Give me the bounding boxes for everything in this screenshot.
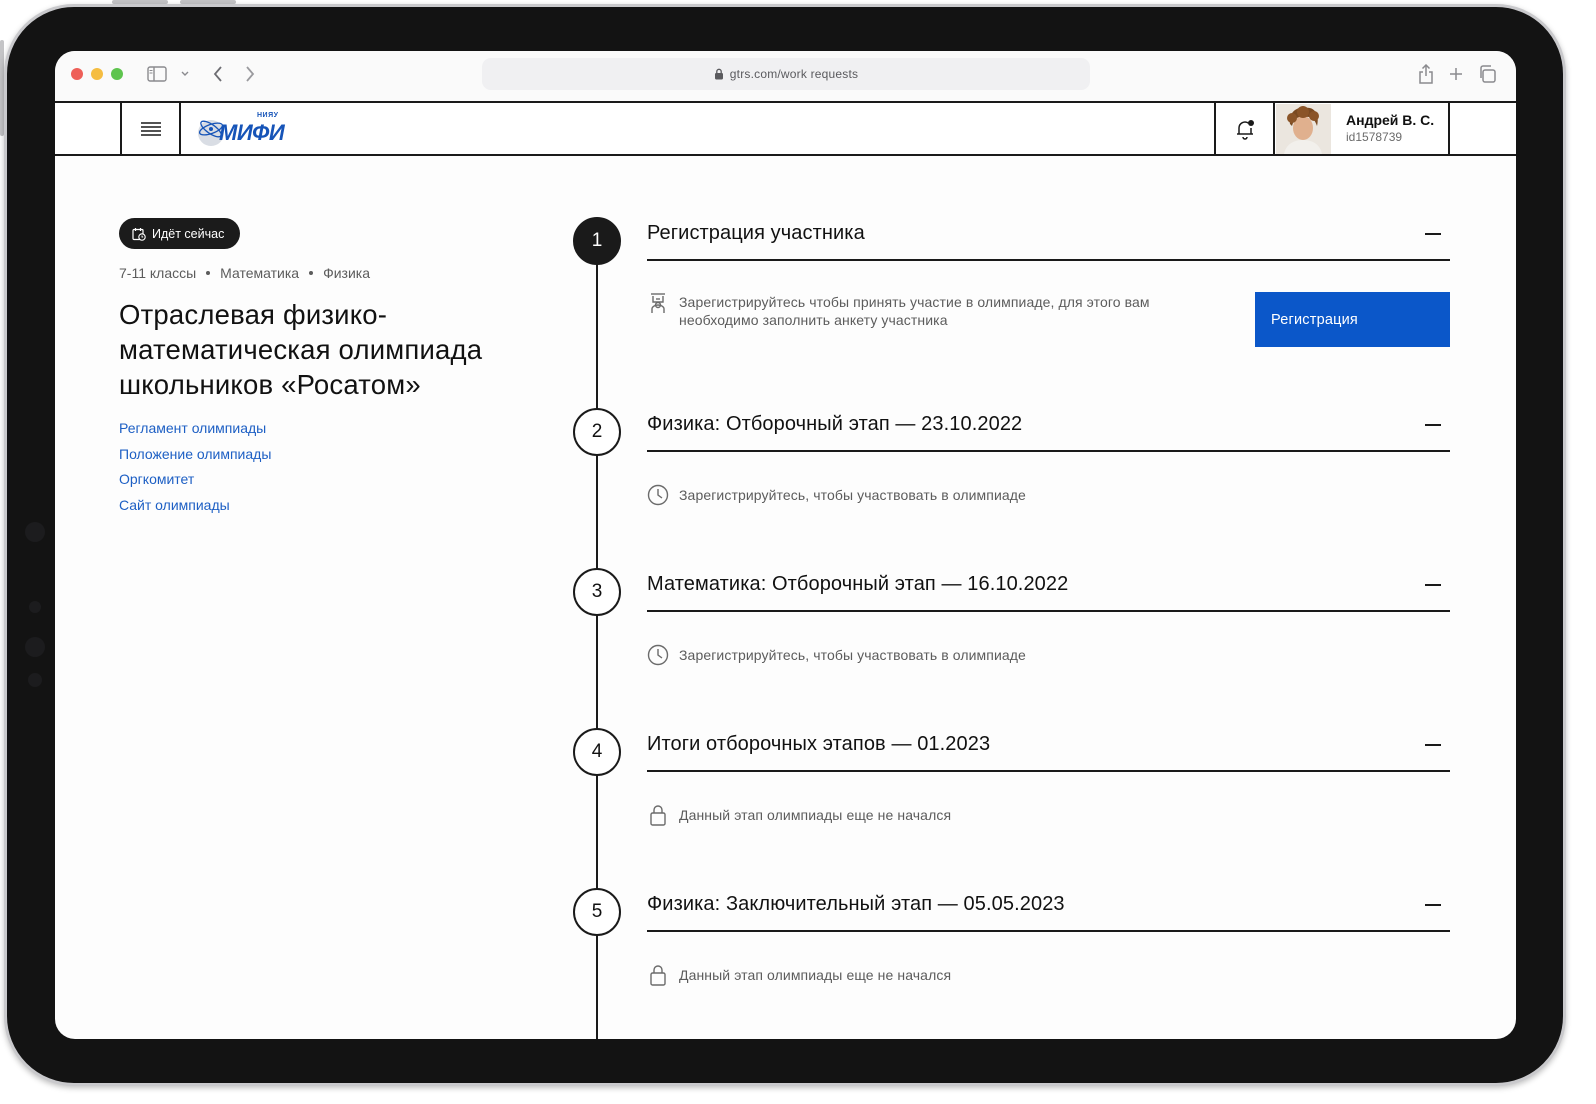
step-description: Данный этап олимпиады еще не начался xyxy=(679,967,952,983)
step-number: 3 xyxy=(573,568,621,616)
back-arrow-icon[interactable] xyxy=(210,64,226,84)
notifications-button[interactable] xyxy=(1216,103,1274,154)
close-window-button[interactable] xyxy=(71,68,83,80)
calendar-clock-icon xyxy=(132,227,146,241)
step-divider xyxy=(647,610,1450,612)
page-title: Отраслевая физико-математическая олимпиа… xyxy=(119,299,483,400)
lock-icon xyxy=(647,964,669,986)
status-badge: Идёт сейчас xyxy=(119,218,241,249)
status-label: Идёт сейчас xyxy=(152,226,225,241)
user-name: Андрей В. С. xyxy=(1346,112,1435,128)
olympiad-links: Регламент олимпиады Положение олимпиады … xyxy=(119,418,271,520)
participant-icon xyxy=(647,292,669,314)
menu-icon xyxy=(141,121,161,136)
bell-icon xyxy=(1237,119,1254,140)
sidebar-toggle-icon[interactable] xyxy=(146,64,168,84)
user-id: id1578739 xyxy=(1346,130,1403,144)
browser-toolbar: gtrs.com/work requests xyxy=(55,51,1516,101)
clock-icon xyxy=(647,484,669,506)
step-divider xyxy=(647,930,1450,932)
header-divider xyxy=(1448,103,1450,154)
step-title[interactable]: Физика: Заключительный этап — 05.05.2023 xyxy=(647,893,1065,916)
collapse-icon[interactable] xyxy=(1425,424,1441,426)
front-camera xyxy=(25,522,45,542)
lock-icon xyxy=(714,68,723,80)
step-title[interactable]: Математика: Отборочный этап — 16.10.2022 xyxy=(647,573,1068,596)
front-camera xyxy=(28,673,42,687)
site-header: НИЯУ МИФИ Андрей В. С. id1578739 xyxy=(55,101,1516,156)
register-button[interactable]: Регистрация xyxy=(1255,292,1450,347)
meta-separator xyxy=(309,271,314,275)
step-divider xyxy=(647,450,1450,452)
collapse-icon[interactable] xyxy=(1425,744,1441,746)
step-title[interactable]: Регистрация участника xyxy=(647,222,865,245)
share-icon[interactable] xyxy=(1417,64,1435,84)
link-regulations[interactable]: Регламент олимпиады xyxy=(119,418,271,444)
mephi-logo[interactable]: НИЯУ МИФИ xyxy=(195,109,295,151)
collapse-icon[interactable] xyxy=(1425,233,1441,235)
screen: gtrs.com/work requests НИЯУ МИФИ Андрей … xyxy=(55,51,1516,1039)
step-number: 5 xyxy=(573,888,621,936)
step-number: 1 xyxy=(573,217,621,265)
step-description: Данный этап олимпиады еще не начался xyxy=(679,807,952,823)
collapse-icon[interactable] xyxy=(1425,904,1441,906)
step-title[interactable]: Итоги отборочных этапов — 01.2023 xyxy=(647,733,990,756)
meta-separator xyxy=(206,271,211,275)
logo-caption: НИЯУ xyxy=(257,112,279,119)
avatar[interactable] xyxy=(1276,104,1331,154)
meta-grades: 7-11 классы xyxy=(119,265,197,281)
hamburger-menu-button[interactable] xyxy=(122,103,180,154)
forward-arrow-icon[interactable] xyxy=(242,64,258,84)
url-text: gtrs.com/work requests xyxy=(729,67,859,81)
step-divider xyxy=(647,259,1450,261)
step-description: Зарегистрируйтесь, чтобы участвовать в о… xyxy=(679,647,1026,663)
olympiad-meta: 7-11 классы Математика Физика xyxy=(119,265,370,281)
meta-subject: Математика xyxy=(220,265,300,281)
address-bar[interactable]: gtrs.com/work requests xyxy=(482,58,1090,90)
front-camera xyxy=(29,601,41,613)
lock-icon xyxy=(647,804,669,826)
clock-icon xyxy=(647,644,669,666)
minimize-window-button[interactable] xyxy=(91,68,103,80)
new-tab-icon[interactable] xyxy=(1447,64,1465,84)
step-number: 2 xyxy=(573,408,621,456)
link-statute[interactable]: Положение олимпиады xyxy=(119,444,271,470)
step-number: 4 xyxy=(573,728,621,776)
meta-subject: Физика xyxy=(323,265,370,281)
logo-wordmark: МИФИ xyxy=(219,120,285,145)
front-camera xyxy=(25,637,45,657)
step-title[interactable]: Физика: Отборочный этап — 23.10.2022 xyxy=(647,413,1022,436)
step-divider xyxy=(647,770,1450,772)
step-description: Зарегистрируйтесь, чтобы участвовать в о… xyxy=(679,487,1026,503)
step-description: Зарегистрируйтесь чтобы принять участие … xyxy=(679,294,1150,328)
maximize-window-button[interactable] xyxy=(111,68,123,80)
chevron-down-icon[interactable] xyxy=(179,64,191,84)
link-website[interactable]: Сайт олимпиады xyxy=(119,495,271,521)
collapse-icon[interactable] xyxy=(1425,584,1441,586)
link-committee[interactable]: Оргкомитет xyxy=(119,469,271,495)
tab-overview-icon[interactable] xyxy=(1477,64,1497,84)
